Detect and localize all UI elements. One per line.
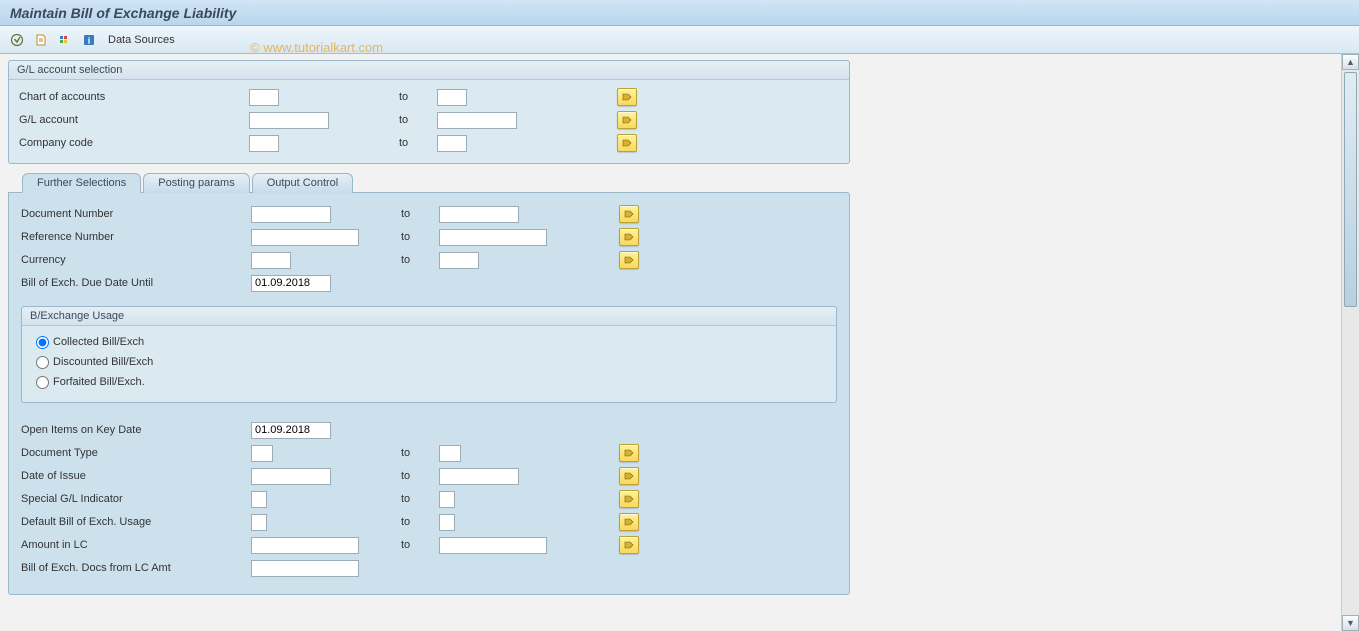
get-variant-icon[interactable] xyxy=(32,31,50,49)
amount-in-lc-label: Amount in LC xyxy=(21,539,251,551)
bexchange-usage-group: B/Exchange Usage Collected Bill/Exch Dis… xyxy=(21,306,837,403)
to-label: to xyxy=(401,539,439,551)
multiple-selection-button[interactable] xyxy=(619,536,639,554)
to-label: to xyxy=(401,493,439,505)
multiple-selection-button[interactable] xyxy=(619,251,639,269)
selection-icon[interactable] xyxy=(56,31,74,49)
date-of-issue-from-input[interactable] xyxy=(251,468,331,485)
to-label: to xyxy=(401,231,439,243)
document-type-to-input[interactable] xyxy=(439,445,461,462)
default-bill-usage-label: Default Bill of Exch. Usage xyxy=(21,516,251,528)
due-date-until-label: Bill of Exch. Due Date Until xyxy=(21,277,251,289)
default-bill-usage-to-input[interactable] xyxy=(439,514,455,531)
currency-to-input[interactable] xyxy=(439,252,479,269)
special-gl-indicator-label: Special G/L Indicator xyxy=(21,493,251,505)
to-label: to xyxy=(399,137,437,149)
document-number-from-input[interactable] xyxy=(251,206,331,223)
bexchange-usage-title: B/Exchange Usage xyxy=(22,307,836,326)
to-label: to xyxy=(401,470,439,482)
multiple-selection-button[interactable] xyxy=(619,490,639,508)
company-code-from-input[interactable] xyxy=(249,135,279,152)
multiple-selection-button[interactable] xyxy=(617,88,637,106)
amount-in-lc-to-input[interactable] xyxy=(439,537,547,554)
multiple-selection-button[interactable] xyxy=(619,513,639,531)
open-items-key-date-input[interactable] xyxy=(251,422,331,439)
due-date-until-input[interactable] xyxy=(251,275,331,292)
forfaited-bill-radio-row[interactable]: Forfaited Bill/Exch. xyxy=(36,372,822,392)
document-number-to-input[interactable] xyxy=(439,206,519,223)
page-title: Maintain Bill of Exchange Liability xyxy=(10,5,236,21)
special-gl-to-input[interactable] xyxy=(439,491,455,508)
discounted-bill-label: Discounted Bill/Exch xyxy=(53,356,153,368)
tab-output-control[interactable]: Output Control xyxy=(252,173,354,193)
data-sources-button[interactable]: Data Sources xyxy=(104,32,179,48)
company-code-to-input[interactable] xyxy=(437,135,467,152)
tabstrip: Further Selections Posting params Output… xyxy=(8,172,868,595)
tab-header: Further Selections Posting params Output… xyxy=(8,172,868,192)
toolbar: i Data Sources xyxy=(0,26,1359,54)
forfaited-bill-radio[interactable] xyxy=(36,376,49,389)
document-type-from-input[interactable] xyxy=(251,445,273,462)
multiple-selection-button[interactable] xyxy=(619,467,639,485)
content-area: G/L account selection Chart of accounts … xyxy=(0,54,1359,631)
tab-further-selections[interactable]: Further Selections xyxy=(22,173,141,193)
to-label: to xyxy=(399,91,437,103)
currency-label: Currency xyxy=(21,254,251,266)
chart-of-accounts-from-input[interactable] xyxy=(249,89,279,106)
chart-of-accounts-label: Chart of accounts xyxy=(19,91,249,103)
reference-number-label: Reference Number xyxy=(21,231,251,243)
multiple-selection-button[interactable] xyxy=(619,444,639,462)
collected-bill-label: Collected Bill/Exch xyxy=(53,336,144,348)
open-items-key-date-label: Open Items on Key Date xyxy=(21,424,251,436)
info-icon[interactable]: i xyxy=(80,31,98,49)
chart-of-accounts-to-input[interactable] xyxy=(437,89,467,106)
collected-bill-radio[interactable] xyxy=(36,336,49,349)
scroll-thumb[interactable] xyxy=(1344,72,1357,307)
gl-account-from-input[interactable] xyxy=(249,112,329,129)
execute-icon[interactable] xyxy=(8,31,26,49)
tab-further-selections-body: Document Number to Reference Number to C… xyxy=(8,192,850,595)
date-of-issue-to-input[interactable] xyxy=(439,468,519,485)
gl-account-label: G/L account xyxy=(19,114,249,126)
company-code-label: Company code xyxy=(19,137,249,149)
collected-bill-radio-row[interactable]: Collected Bill/Exch xyxy=(36,332,822,352)
discounted-bill-radio-row[interactable]: Discounted Bill/Exch xyxy=(36,352,822,372)
multiple-selection-button[interactable] xyxy=(619,205,639,223)
to-label: to xyxy=(401,516,439,528)
gl-selection-title: G/L account selection xyxy=(9,61,849,80)
date-of-issue-label: Date of Issue xyxy=(21,470,251,482)
document-number-label: Document Number xyxy=(21,208,251,220)
gl-account-to-input[interactable] xyxy=(437,112,517,129)
forfaited-bill-label: Forfaited Bill/Exch. xyxy=(53,376,145,388)
multiple-selection-button[interactable] xyxy=(617,134,637,152)
to-label: to xyxy=(401,208,439,220)
reference-number-from-input[interactable] xyxy=(251,229,359,246)
currency-from-input[interactable] xyxy=(251,252,291,269)
bill-docs-lc-amt-input[interactable] xyxy=(251,560,359,577)
gl-account-selection-group: G/L account selection Chart of accounts … xyxy=(8,60,850,164)
vertical-scrollbar[interactable]: ▲ ▼ xyxy=(1341,54,1359,631)
default-bill-usage-from-input[interactable] xyxy=(251,514,267,531)
special-gl-from-input[interactable] xyxy=(251,491,267,508)
scroll-down-button[interactable]: ▼ xyxy=(1342,615,1359,631)
multiple-selection-button[interactable] xyxy=(619,228,639,246)
to-label: to xyxy=(401,447,439,459)
tab-posting-params[interactable]: Posting params xyxy=(143,173,249,193)
to-label: to xyxy=(401,254,439,266)
document-type-label: Document Type xyxy=(21,447,251,459)
multiple-selection-button[interactable] xyxy=(617,111,637,129)
amount-in-lc-from-input[interactable] xyxy=(251,537,359,554)
bill-docs-lc-amt-label: Bill of Exch. Docs from LC Amt xyxy=(21,562,251,574)
title-bar: Maintain Bill of Exchange Liability xyxy=(0,0,1359,26)
reference-number-to-input[interactable] xyxy=(439,229,547,246)
discounted-bill-radio[interactable] xyxy=(36,356,49,369)
scroll-up-button[interactable]: ▲ xyxy=(1342,54,1359,70)
to-label: to xyxy=(399,114,437,126)
